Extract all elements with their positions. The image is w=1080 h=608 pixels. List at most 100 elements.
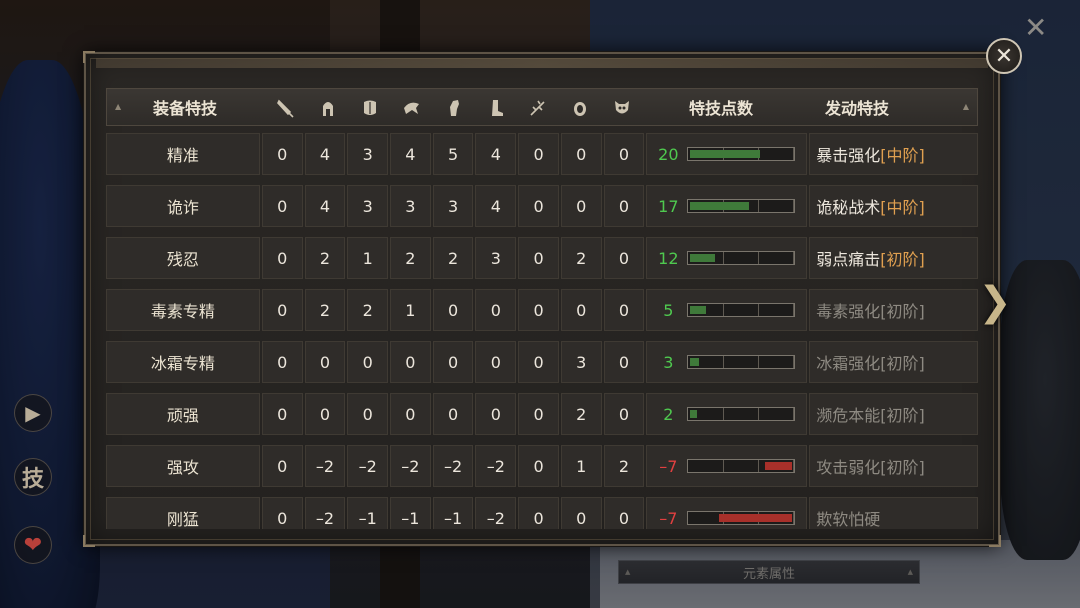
active-skill-cell[interactable]: 诡秘战术 [中阶] <box>809 185 978 227</box>
slot-value: 4 <box>304 133 346 175</box>
trait-points-value: 2 <box>663 404 674 424</box>
slot-value: 4 <box>475 185 517 227</box>
next-page-arrow[interactable]: ❯ <box>978 279 1012 325</box>
bar-segment <box>724 252 759 264</box>
helmet-icon <box>317 97 339 119</box>
header-right-mark: ▲ <box>962 102 969 111</box>
slot-value: 0 <box>261 237 303 279</box>
active-skill-name: 弱点痛击 <box>816 250 881 269</box>
active-skill-tier: [中阶] <box>880 198 925 217</box>
bar-segment <box>759 356 795 368</box>
traits-table-header: ▲ 装备特技 特技点数 发动特技 ▲ <box>106 88 978 126</box>
slot-value: 4 <box>475 133 517 175</box>
slot-value: 3 <box>390 185 431 227</box>
shoulder-icon <box>401 97 423 119</box>
slot-value: 0 <box>603 237 645 279</box>
slot-value: 0 <box>603 341 645 383</box>
active-skill-cell[interactable]: 冰霜强化 [初阶] <box>809 341 978 383</box>
trait-points-cell: –7 <box>646 497 808 529</box>
slot-value: 1 <box>347 237 389 279</box>
slot-value: 0 <box>390 341 431 383</box>
active-skill-cell[interactable]: 弱点痛击 [初阶] <box>809 237 978 279</box>
trait-row[interactable]: 顽强 0 0 0 0 0 0 0 2 0 2 濒危本能 [初阶] <box>106 393 978 435</box>
bar-segment <box>724 304 759 316</box>
slot-value: 0 <box>518 185 559 227</box>
corner-ornament <box>989 535 1001 547</box>
trait-name: 顽强 <box>106 393 260 435</box>
bar-fill <box>690 410 698 418</box>
slot-value: 0 <box>518 393 559 435</box>
slot-value: 5 <box>432 133 474 175</box>
trait-row[interactable]: 冰霜专精 0 0 0 0 0 0 0 3 0 3 冰霜强化 [初阶] <box>106 341 978 383</box>
slot-value: –1 <box>390 497 431 529</box>
slot-value: 3 <box>475 237 517 279</box>
bar-segment <box>759 304 795 316</box>
trait-progress-bar <box>687 199 796 213</box>
slot-value: 0 <box>603 289 645 331</box>
trait-progress-bar <box>687 407 796 421</box>
bar-segment <box>688 460 724 472</box>
trait-row[interactable]: 强攻 0 –2 –2 –2 –2 –2 0 1 2 –7 攻击弱化 [初阶] <box>106 445 978 487</box>
bar-segment <box>724 460 759 472</box>
heart-icon[interactable]: ❤ <box>14 526 52 564</box>
active-skill-name: 毒素强化 <box>816 302 881 321</box>
slot-value: 0 <box>518 497 559 529</box>
slot-value: –2 <box>432 445 474 487</box>
mask-icon <box>611 97 633 119</box>
trait-name: 精准 <box>106 133 260 175</box>
slot-value: 0 <box>390 393 431 435</box>
slot-value: 0 <box>347 341 389 383</box>
expand-arrow-button[interactable]: ▶ <box>14 394 52 432</box>
header-trait-points: 特技点数 <box>688 99 753 118</box>
active-skill-name: 冰霜强化 <box>816 354 881 373</box>
trait-name: 残忍 <box>106 237 260 279</box>
slot-value: 3 <box>560 341 602 383</box>
slot-value: 0 <box>603 393 645 435</box>
slot-value: 2 <box>560 237 602 279</box>
bar-fill <box>690 306 707 314</box>
trait-points-cell: 3 <box>646 341 808 383</box>
trait-row[interactable]: 刚猛 0 –2 –1 –1 –1 –2 0 0 0 –7 欺软怕硬 <box>106 497 978 529</box>
slot-value: 0 <box>261 393 303 435</box>
bar-segment <box>759 148 795 160</box>
boot-icon <box>485 97 507 119</box>
slot-value: 0 <box>518 133 559 175</box>
active-skill-cell[interactable]: 濒危本能 [初阶] <box>809 393 978 435</box>
top-close-icon[interactable]: ✕ <box>1024 14 1047 42</box>
slot-value: 4 <box>304 185 346 227</box>
slot-value: 2 <box>304 289 346 331</box>
trait-points-value: 3 <box>663 352 674 372</box>
slot-value: 0 <box>261 445 303 487</box>
slot-value: 0 <box>518 445 559 487</box>
corner-ornament <box>83 51 95 63</box>
active-skill-cell[interactable]: 毒素强化 [初阶] <box>809 289 978 331</box>
trait-row[interactable]: 残忍 0 2 1 2 2 3 0 2 0 12 弱点痛击 [初阶] <box>106 237 978 279</box>
slot-value: 0 <box>261 185 303 227</box>
header-active-skill: 发动特技 <box>824 99 889 118</box>
slot-value: 0 <box>261 133 303 175</box>
active-skill-cell[interactable]: 攻击弱化 [初阶] <box>809 445 978 487</box>
close-button[interactable]: ✕ <box>986 38 1022 74</box>
bar-segment <box>724 356 759 368</box>
element-attributes-tab[interactable]: ▲ 元素属性 ▲ <box>618 560 920 584</box>
slot-value: 0 <box>518 237 559 279</box>
trait-name: 诡诈 <box>106 185 260 227</box>
skill-button[interactable]: 技 <box>14 458 52 496</box>
trait-row[interactable]: 毒素专精 0 2 2 1 0 0 0 0 0 5 毒素强化 [初阶] <box>106 289 978 331</box>
trait-points-cell: 5 <box>646 289 808 331</box>
trait-progress-bar <box>687 459 796 473</box>
active-skill-cell[interactable]: 欺软怕硬 <box>809 497 978 529</box>
active-skill-cell[interactable]: 暴击强化 [中阶] <box>809 133 978 175</box>
trait-points-value: 20 <box>658 144 679 164</box>
bar-fill <box>690 150 761 158</box>
trait-row[interactable]: 精准 0 4 3 4 5 4 0 0 0 20 暴击强化 [中阶] <box>106 133 978 175</box>
trait-points-value: –7 <box>659 508 678 528</box>
trait-row[interactable]: 诡诈 0 4 3 3 3 4 0 0 0 17 诡秘战术 [中阶] <box>106 185 978 227</box>
tab-right-mark: ▲ <box>907 568 913 576</box>
slot-value: 0 <box>475 289 517 331</box>
slot-value: –2 <box>347 445 389 487</box>
active-skill-tier: [初阶] <box>880 302 925 321</box>
tab-left-mark: ▲ <box>625 568 631 576</box>
active-skill-name: 诡秘战术 <box>816 198 881 217</box>
dagger-icon <box>275 97 297 119</box>
